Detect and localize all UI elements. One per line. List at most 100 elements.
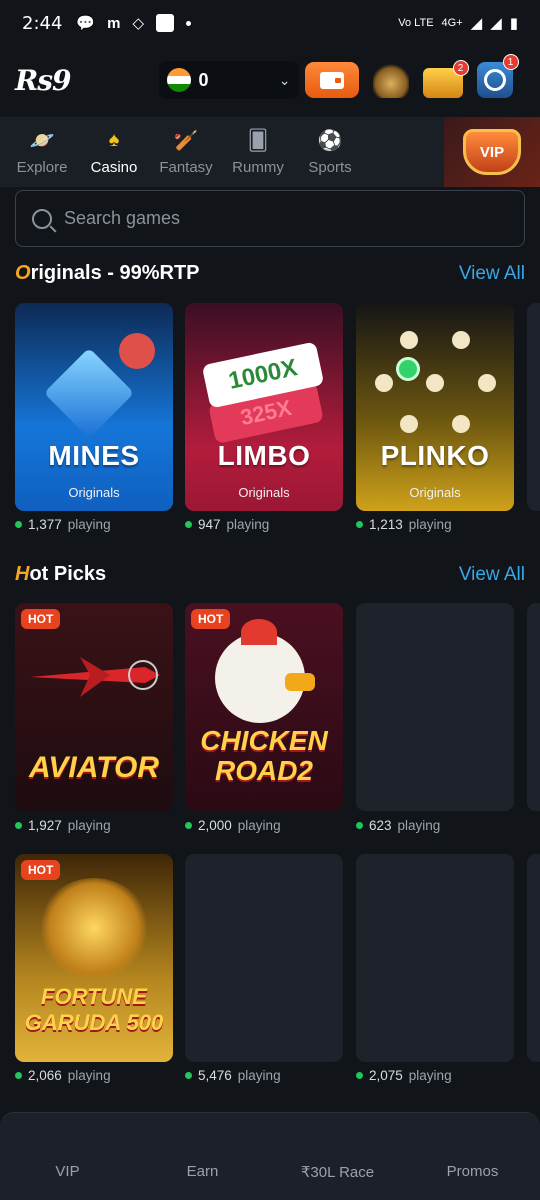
wallet-icon	[319, 71, 344, 89]
section-title: Originals - 99%RTP	[15, 262, 200, 284]
next-card-peek[interactable]	[527, 603, 540, 811]
tab-explore[interactable]: 🪐 Explore	[6, 129, 78, 176]
game-card-mines[interactable]: MINES Originals	[15, 303, 173, 511]
diamond-icon	[43, 347, 135, 439]
hot-badge: HOT	[21, 609, 61, 629]
hot-badge: HOT	[191, 609, 231, 629]
search-input[interactable]	[64, 208, 484, 229]
app-header: Rs9 0 ⌄ 2 1	[0, 50, 540, 110]
app-square-icon	[156, 14, 174, 32]
players-count: 623 playing	[356, 818, 440, 833]
game-title: PLINKO	[380, 440, 490, 471]
players-count: 2,075 playing	[356, 1068, 452, 1083]
hot-picks-section-header: Hot Picks View All	[15, 563, 525, 586]
game-title: LIMBO	[217, 440, 311, 471]
tab-fantasy[interactable]: 🏏 Fantasy	[150, 129, 222, 176]
battery-icon: ▮	[509, 15, 518, 32]
game-card-placeholder[interactable]	[356, 854, 514, 1062]
originals-view-all-link[interactable]: View All	[459, 263, 525, 285]
plinko-peg	[478, 374, 496, 392]
game-card-aviator[interactable]: AVIATOR HOT	[15, 603, 173, 811]
cricket-icon: 🏏	[173, 130, 199, 152]
balance-selector[interactable]: 0 ⌄	[158, 61, 299, 99]
network-type: 4G+	[441, 17, 463, 29]
chat-icon: 💬	[76, 15, 96, 32]
search-icon	[32, 208, 52, 229]
online-dot-icon	[356, 521, 363, 528]
online-dot-icon	[15, 1072, 22, 1079]
game-card-placeholder[interactable]	[185, 854, 343, 1062]
football-icon: ⚽	[317, 130, 343, 152]
game-card-limbo[interactable]: 325X 1000X LIMBO Originals	[185, 303, 343, 511]
originals-section-header: Originals - 99%RTP View All	[15, 262, 525, 285]
tab-label: Explore	[16, 158, 68, 176]
tab-label: Sports	[308, 158, 352, 176]
game-title-line2: ROAD2	[214, 755, 313, 786]
airplane-icon	[30, 657, 160, 697]
online-dot-icon	[185, 521, 192, 528]
vip-shield-icon: VIP	[463, 129, 521, 175]
nav-vip[interactable]: VIP	[0, 1163, 135, 1180]
next-card-peek[interactable]	[527, 854, 540, 1062]
tab-label: Casino	[90, 158, 138, 176]
game-subtitle: Originals	[68, 485, 120, 500]
game-card-chicken-road-2[interactable]: CHICKEN ROAD2 HOT	[185, 603, 343, 811]
plinko-ball-icon	[396, 357, 420, 381]
game-card-fortune-garuda-500[interactable]: FORTUNE GARUDA 500 HOT	[15, 854, 173, 1062]
players-count: 1,213 playing	[356, 517, 452, 532]
signal-icon: ◢	[470, 15, 483, 32]
hot-badge: HOT	[21, 860, 61, 880]
next-card-peek[interactable]	[527, 303, 540, 511]
game-title-line1: CHICKEN	[200, 725, 328, 756]
section-title: Hot Picks	[15, 563, 107, 585]
cards-icon: 🂠	[247, 130, 269, 152]
nav-promos[interactable]: Promos	[405, 1163, 540, 1180]
players-count: 1,377 playing	[15, 517, 111, 532]
game-card-placeholder[interactable]	[356, 603, 514, 811]
tab-casino[interactable]: ♠ Casino	[78, 129, 150, 176]
game-title-line2: GARUDA 500	[24, 1010, 164, 1035]
vip-banner[interactable]: VIP	[444, 117, 540, 187]
nav-earn[interactable]: Earn	[135, 1163, 270, 1180]
chevron-down-icon: ⌄	[278, 71, 291, 88]
app-logo[interactable]: Rs9	[15, 64, 72, 97]
signal-icon-2: ◢	[490, 15, 502, 32]
game-card-plinko[interactable]: PLINKO Originals	[356, 303, 514, 511]
players-count: 947 playing	[185, 517, 269, 532]
chicken-icon	[215, 619, 315, 723]
players-count: 1,927 playing	[15, 818, 111, 833]
garuda-icon	[39, 878, 149, 978]
search-box[interactable]	[15, 190, 525, 247]
online-dot-icon	[15, 822, 22, 829]
wallet-button[interactable]	[304, 62, 359, 98]
status-bar: 2:44 💬 m ◇ Vo LTE 4G+ ◢ ◢ ▮	[0, 0, 540, 46]
tab-rummy[interactable]: 🂠 Rummy	[222, 129, 294, 176]
m-app-icon: m	[107, 14, 121, 32]
treasure-chest-icon[interactable]: 2	[422, 60, 469, 98]
nav-race[interactable]: ₹30L Race	[270, 1163, 405, 1181]
plinko-peg	[400, 331, 418, 349]
plinko-peg	[400, 415, 418, 433]
tab-label: Rummy	[232, 158, 284, 176]
support-agent-icon[interactable]: 1	[476, 54, 519, 98]
hot-picks-view-all-link[interactable]: View All	[459, 564, 525, 586]
balance-amount: 0	[198, 69, 209, 90]
game-title-line1: FORTUNE	[41, 984, 147, 1009]
vip-label: VIP	[479, 143, 505, 161]
plinko-peg	[452, 331, 470, 349]
tab-sports[interactable]: ⚽ Sports	[294, 129, 366, 176]
game-title: AVIATOR	[28, 751, 159, 784]
online-dot-icon	[185, 822, 192, 829]
planet-icon: 🪐	[29, 130, 55, 152]
chest-notification-badge: 2	[452, 60, 469, 76]
volte-label: Vo LTE	[398, 17, 434, 29]
support-notification-badge: 1	[502, 54, 519, 70]
plinko-peg	[452, 415, 470, 433]
players-count: 2,000 playing	[185, 818, 281, 833]
tab-label: Fantasy	[159, 158, 213, 176]
category-tabs: 🪐 Explore ♠ Casino 🏏 Fantasy 🂠 Rummy ⚽ S…	[0, 117, 540, 187]
plinko-peg	[426, 374, 444, 392]
jackpot-jar-icon[interactable]	[372, 62, 409, 98]
game-title: MINES	[48, 440, 140, 471]
bomb-icon	[119, 333, 155, 369]
